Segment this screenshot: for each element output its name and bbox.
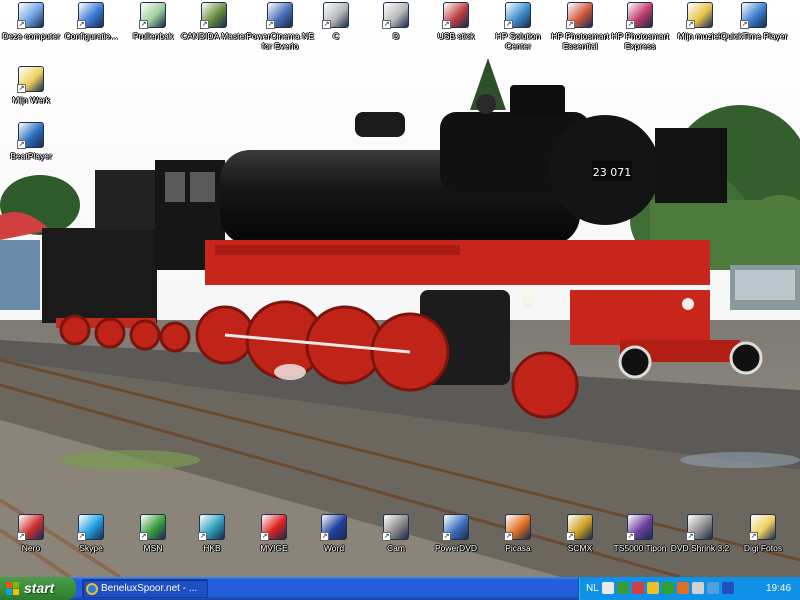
- ts5000-icon: ↗: [626, 514, 653, 541]
- desktop-shortcut-dvd-shrink[interactable]: ↗ DVD Shrink 3.2: [664, 514, 736, 572]
- clock[interactable]: 19:46: [766, 577, 791, 600]
- shortcut-arrow-icon: ↗: [260, 532, 269, 541]
- quicktime-icon: ↗: [740, 2, 767, 29]
- shortcut-arrow-icon: ↗: [382, 20, 391, 29]
- shortcut-arrow-icon: ↗: [749, 532, 758, 541]
- candida-master-icon: ↗: [200, 2, 227, 29]
- desktop-shortcut-my-work-folder[interactable]: ↗ Mijn Werk: [0, 66, 67, 124]
- desktop-icon-label: Digi Fotos: [743, 543, 783, 553]
- shortcut-arrow-icon: ↗: [566, 20, 575, 29]
- shortcut-arrow-icon: ↗: [626, 532, 635, 541]
- skype-icon: ↗: [77, 514, 104, 541]
- digi-fotos-icon: ↗: [749, 514, 776, 541]
- picasa-icon: ↗: [504, 514, 531, 541]
- speaker-icon[interactable]: [602, 582, 614, 594]
- hp-photosmart-essential-icon: ↗: [566, 2, 593, 29]
- cam-icon: ↗: [382, 514, 409, 541]
- my-computer-icon: ↗: [17, 2, 44, 29]
- desktop-shortcut-beatplayer[interactable]: ↗ BeatPlayer: [0, 122, 67, 180]
- chat-icon[interactable]: [707, 582, 719, 594]
- mvige-icon: ↗: [260, 514, 287, 541]
- desktop[interactable]: 23 071 ↗ Deze computer ↗ Configuratie...…: [0, 0, 800, 577]
- desktop-icon-label: QuickTime Player: [720, 31, 788, 41]
- shortcut-arrow-icon: ↗: [17, 84, 26, 93]
- taskbar-window-label: BeneluxSpoor.net - ...: [101, 583, 198, 594]
- shortcut-arrow-icon: ↗: [504, 532, 513, 541]
- shortcut-arrow-icon: ↗: [139, 532, 148, 541]
- shortcut-arrow-icon: ↗: [17, 532, 26, 541]
- shortcut-arrow-icon: ↗: [740, 20, 749, 29]
- shortcut-arrow-icon: ↗: [442, 20, 451, 29]
- shortcut-arrow-icon: ↗: [200, 20, 209, 29]
- drive-d-icon: ↗: [382, 2, 409, 29]
- drive-c-icon: ↗: [322, 2, 349, 29]
- recycle-bin-icon: ↗: [139, 2, 166, 29]
- shortcut-arrow-icon: ↗: [77, 20, 86, 29]
- nero-icon: ↗: [17, 514, 44, 541]
- shortcut-arrow-icon: ↗: [566, 532, 575, 541]
- beatplayer-icon: ↗: [17, 122, 44, 149]
- windows-logo-icon: [6, 582, 19, 595]
- printer-icon[interactable]: [692, 582, 704, 594]
- taskbar: start BeneluxSpoor.net - ... NL 19:46: [0, 577, 800, 600]
- wallpaper-steam-locomotive: 23 071: [0, 0, 800, 577]
- desktop-shortcut-candida-master[interactable]: ↗ CANDIDA Master: [178, 2, 250, 60]
- shortcut-arrow-icon: ↗: [17, 140, 26, 149]
- desktop-shortcut-quicktime[interactable]: ↗ QuickTime Player: [718, 2, 790, 60]
- language-indicator[interactable]: NL: [586, 577, 599, 600]
- desktop-icon-label: Mijn Werk: [12, 95, 50, 105]
- start-button[interactable]: start: [0, 577, 76, 600]
- shortcut-arrow-icon: ↗: [686, 532, 695, 541]
- desktop-shortcut-digi-fotos[interactable]: ↗ Digi Fotos: [727, 514, 799, 572]
- usb-stick-icon: ↗: [442, 2, 469, 29]
- msn-icon: ↗: [139, 514, 166, 541]
- loco-number-plate: 23 071: [593, 166, 632, 179]
- shortcut-arrow-icon: ↗: [266, 20, 275, 29]
- desktop-icon-label: DVD Shrink 3.2: [670, 543, 730, 553]
- shortcut-arrow-icon: ↗: [626, 20, 635, 29]
- hkb-icon: ↗: [198, 514, 225, 541]
- hp-photosmart-express-icon: ↗: [626, 2, 653, 29]
- shortcut-arrow-icon: ↗: [77, 532, 86, 541]
- shortcut-arrow-icon: ↗: [17, 20, 26, 29]
- shortcut-arrow-icon: ↗: [686, 20, 695, 29]
- network-icon[interactable]: [617, 582, 629, 594]
- shortcut-arrow-icon: ↗: [320, 532, 329, 541]
- dvd-shrink-icon: ↗: [686, 514, 713, 541]
- desktop-icon-label: CANDIDA Master: [180, 31, 248, 41]
- word-icon: ↗: [320, 514, 347, 541]
- update-icon[interactable]: [647, 582, 659, 594]
- messenger-icon[interactable]: [662, 582, 674, 594]
- my-work-folder-icon: ↗: [17, 66, 44, 93]
- shortcut-arrow-icon: ↗: [504, 20, 513, 29]
- shortcut-arrow-icon: ↗: [442, 532, 451, 541]
- security-icon[interactable]: [632, 582, 644, 594]
- display-icon[interactable]: [722, 582, 734, 594]
- start-label: start: [24, 580, 55, 596]
- shortcut-arrow-icon: ↗: [382, 532, 391, 541]
- shortcut-arrow-icon: ↗: [139, 20, 148, 29]
- powerdvd-icon: ↗: [442, 514, 469, 541]
- taskbar-window-button[interactable]: BeneluxSpoor.net - ...: [82, 579, 208, 598]
- scmx-icon: ↗: [566, 514, 593, 541]
- antivirus-icon[interactable]: [677, 582, 689, 594]
- control-panel-icon: ↗: [77, 2, 104, 29]
- shortcut-arrow-icon: ↗: [198, 532, 207, 541]
- my-music-icon: ↗: [686, 2, 713, 29]
- hp-solution-center-icon: ↗: [504, 2, 531, 29]
- powercinema-icon: ↗: [266, 2, 293, 29]
- desktop-icon-label: BeatPlayer: [10, 151, 52, 161]
- internet-explorer-icon: [86, 583, 98, 595]
- shortcut-arrow-icon: ↗: [322, 20, 331, 29]
